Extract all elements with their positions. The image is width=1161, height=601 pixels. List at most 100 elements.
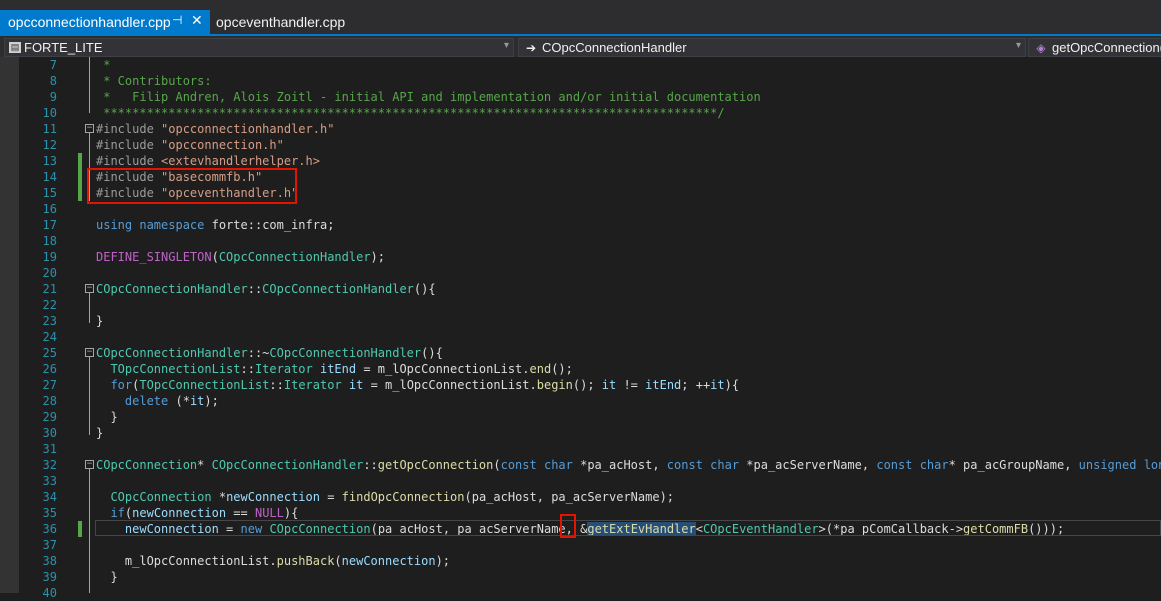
project-icon: ▤	[9, 42, 21, 53]
method-icon: ◈	[1036, 40, 1046, 55]
pin-tab-icon[interactable]: ⊣	[172, 13, 182, 27]
tab-opcconnectionhandler-cpp[interactable]: opcconnectionhandler.cpp ⊣ ✕	[0, 10, 210, 34]
code-text: COpcConnection *newConnection = findOpcC…	[110, 490, 675, 504]
code-text: for(TOpcConnectionList::Iterator it = m_…	[110, 378, 740, 392]
change-marker	[78, 521, 82, 537]
code-text: COpcConnection* COpcConnectionHandler::g…	[96, 458, 1161, 472]
code-line[interactable]: 34 COpcConnection *newConnection = findO…	[0, 489, 1161, 505]
line-number: 40	[42, 586, 57, 600]
code-line[interactable]: 29 }	[0, 409, 1161, 425]
code-line[interactable]: 11 − #include "opcconnectionhandler.h"	[0, 121, 1161, 137]
code-text: }	[96, 314, 104, 328]
line-number: 8	[49, 74, 57, 88]
code-text: * Filip Andren, Alois Zoitl - initial AP…	[96, 90, 761, 104]
code-line[interactable]: 13 #include <extevhandlerhelper.h>	[0, 153, 1161, 169]
collapse-icon[interactable]: −	[85, 284, 94, 293]
project-dropdown[interactable]: ▤ FORTE_LITE ▾	[4, 38, 514, 57]
code-line[interactable]: 40	[0, 585, 1161, 601]
code-line[interactable]: 22	[0, 297, 1161, 313]
code-text: delete (*it);	[124, 394, 219, 408]
line-number: 13	[42, 154, 57, 168]
line-number: 15	[42, 186, 57, 200]
highlight-box-includes	[87, 168, 297, 204]
line-number: 38	[42, 554, 57, 568]
code-line[interactable]: 17 using namespace forte::com_infra;	[0, 217, 1161, 233]
change-marker	[78, 169, 82, 185]
code-text: TOpcConnectionList::Iterator itEnd = m_l…	[110, 362, 573, 376]
line-number: 19	[42, 250, 57, 264]
collapse-icon[interactable]: −	[85, 124, 94, 133]
line-number: 7	[49, 58, 57, 72]
code-line[interactable]: 12 #include "opcconnection.h"	[0, 137, 1161, 153]
code-line[interactable]: 35 if(newConnection == NULL){	[0, 505, 1161, 521]
collapse-icon[interactable]: −	[85, 460, 94, 469]
code-line[interactable]: 18	[0, 233, 1161, 249]
code-text: #include <extevhandlerhelper.h>	[96, 154, 320, 168]
code-line[interactable]: 20	[0, 265, 1161, 281]
line-number: 22	[42, 298, 57, 312]
code-line[interactable]: 10 *************************************…	[0, 105, 1161, 121]
code-line[interactable]: 28 delete (*it);	[0, 393, 1161, 409]
scope-dropdown[interactable]: ➔ COpcConnectionHandler ▾	[518, 38, 1026, 57]
fold-guide	[89, 357, 90, 435]
line-number: 35	[42, 506, 57, 520]
code-text: #include "opcconnection.h"	[96, 138, 284, 152]
line-number: 32	[42, 458, 57, 472]
line-number: 37	[42, 538, 57, 552]
code-text: ****************************************…	[96, 106, 725, 120]
navigation-bar: ▤ FORTE_LITE ▾ ➔ COpcConnectionHandler ▾…	[0, 34, 1161, 57]
code-line[interactable]: 24	[0, 329, 1161, 345]
tab-opceventhandler-cpp[interactable]: opceventhandler.cpp	[212, 10, 362, 34]
code-line[interactable]: 7 *	[0, 57, 1161, 73]
code-line[interactable]: 27 for(TOpcConnectionList::Iterator it =…	[0, 377, 1161, 393]
code-text: #include "opcconnectionhandler.h"	[96, 122, 335, 136]
line-number: 24	[42, 330, 57, 344]
line-number: 25	[42, 346, 57, 360]
document-tab-strip: opcconnectionhandler.cpp ⊣ ✕ opceventhan…	[0, 0, 1161, 34]
tab-label: opceventhandler.cpp	[216, 14, 346, 30]
code-line[interactable]: 8 * Contributors:	[0, 73, 1161, 89]
chevron-down-icon: ▾	[1015, 40, 1021, 51]
code-line[interactable]: 38 m_lOpcConnectionList.pushBack(newConn…	[0, 553, 1161, 569]
code-line[interactable]: 9 * Filip Andren, Alois Zoitl - initial …	[0, 89, 1161, 105]
code-text: *	[96, 58, 111, 72]
line-number: 34	[42, 490, 57, 504]
code-text: using namespace forte::com_infra;	[96, 218, 335, 232]
line-number: 28	[42, 394, 57, 408]
code-line[interactable]: 32 − COpcConnection* COpcConnectionHandler…	[0, 457, 1161, 473]
line-number: 12	[42, 138, 57, 152]
code-line[interactable]: 25 − COpcConnectionHandler::~COpcConnectio…	[0, 345, 1161, 361]
code-line[interactable]: 33	[0, 473, 1161, 489]
close-tab-icon[interactable]: ✕	[191, 12, 203, 29]
code-editor[interactable]: 7 * 8 * Contributors: 9 * Filip Andren, Al…	[0, 57, 1161, 600]
code-line[interactable]: 19 DEFINE_SINGLETON(COpcConnectionHandler…	[0, 249, 1161, 265]
code-line[interactable]: 21 − COpcConnectionHandler::COpcConnection…	[0, 281, 1161, 297]
highlight-box-ampersand	[560, 514, 576, 538]
line-number: 18	[42, 234, 57, 248]
code-text: if(newConnection == NULL){	[110, 506, 299, 520]
code-text: }	[96, 426, 104, 440]
chevron-down-icon: ▾	[503, 40, 509, 51]
member-dropdown[interactable]: ◈ getOpcConnection(	[1028, 38, 1161, 57]
code-text: COpcConnectionHandler::~COpcConnectionHa…	[96, 346, 443, 360]
collapse-icon[interactable]: −	[85, 348, 94, 357]
code-line[interactable]: 30}	[0, 425, 1161, 441]
code-line[interactable]: 31	[0, 441, 1161, 457]
fold-guide	[89, 293, 90, 323]
line-number: 14	[42, 170, 57, 184]
line-number: 21	[42, 282, 57, 296]
code-line[interactable]: 23}	[0, 313, 1161, 329]
code-text: * Contributors:	[96, 74, 212, 88]
change-marker	[78, 153, 82, 169]
code-line[interactable]: 39 }	[0, 569, 1161, 585]
line-number: 39	[42, 570, 57, 584]
line-number: 31	[42, 442, 57, 456]
code-line[interactable]: 37	[0, 537, 1161, 553]
member-label: getOpcConnection(	[1052, 40, 1161, 55]
code-line[interactable]: 26 TOpcConnectionList::Iterator itEnd = …	[0, 361, 1161, 377]
code-text: m_lOpcConnectionList.pushBack(newConnect…	[96, 554, 451, 568]
line-number: 26	[42, 362, 57, 376]
fold-guide	[89, 57, 90, 113]
arrow-right-icon: ➔	[525, 40, 537, 55]
line-number: 33	[42, 474, 57, 488]
